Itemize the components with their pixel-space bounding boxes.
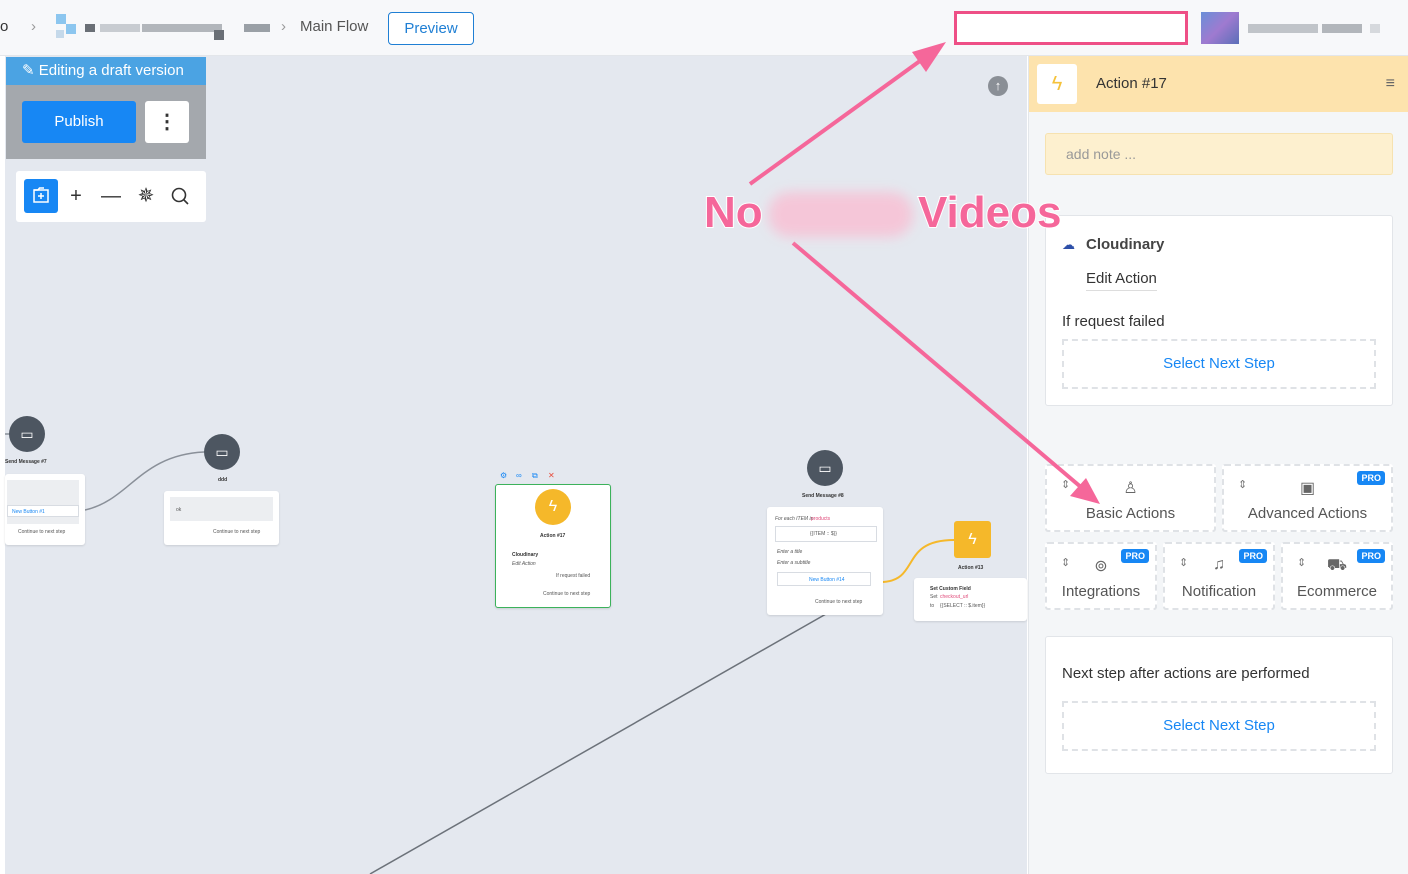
annotation-arrowhead — [912, 42, 946, 72]
annotation-blur — [768, 192, 913, 237]
annotation-arrows — [748, 42, 1100, 504]
annotation-arrow-line — [748, 56, 926, 186]
annotation-text-left: No — [703, 187, 764, 238]
annotation-arrow-line — [791, 241, 1084, 490]
annotation-text-right: Videos — [917, 187, 1062, 238]
